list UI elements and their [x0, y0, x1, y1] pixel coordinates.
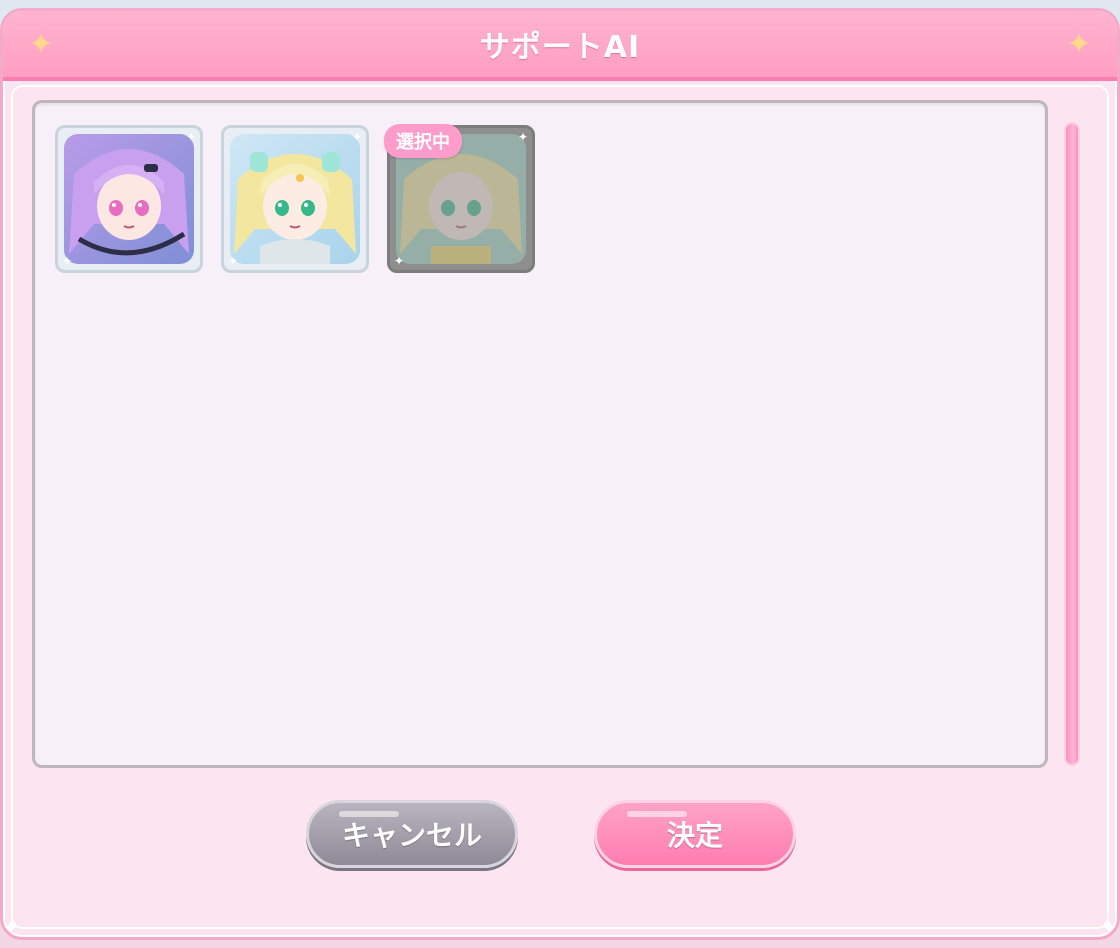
corner-star-icon: ✦ [352, 130, 363, 144]
corner-ornament-icon: ✦ [2, 915, 20, 939]
character-portrait-image [64, 134, 194, 264]
corner-ornament-icon: ✦ [1100, 915, 1118, 939]
sparkle-icon: ✦ [28, 27, 54, 62]
scrollbar[interactable] [1064, 122, 1080, 766]
support-ai-grid: ✦ ✦ ✦ ✦ 選択中 ✦ ✦ [32, 100, 1048, 768]
cancel-button[interactable]: キャンセル [306, 800, 518, 868]
card-list: ✦ ✦ ✦ ✦ 選択中 ✦ ✦ [55, 124, 535, 273]
button-shine [339, 811, 399, 817]
confirm-button[interactable]: 決定 [594, 800, 796, 868]
dialog-title-bar: ✦ サポートAI ✦ [3, 11, 1117, 81]
support-ai-card[interactable]: ✦ ✦ [221, 125, 369, 273]
selected-tag: 選択中 [384, 124, 462, 158]
corner-star-icon: ✦ [62, 254, 73, 268]
corner-star-icon: ✦ [186, 130, 197, 144]
confirm-button-label: 決定 [666, 819, 723, 852]
scrollbar-thumb[interactable] [1066, 124, 1078, 764]
support-ai-card-selected[interactable]: 選択中 ✦ ✦ [384, 124, 535, 273]
sparkle-icon: ✦ [1066, 27, 1092, 62]
button-shine [627, 811, 687, 817]
cancel-button-label: キャンセル [341, 819, 482, 852]
support-ai-card[interactable]: ✦ ✦ [55, 125, 203, 273]
corner-star-icon: ✦ [228, 254, 239, 268]
dialog-title: サポートAI [479, 30, 641, 65]
character-portrait [64, 134, 194, 264]
character-portrait [230, 134, 360, 264]
corner-star-icon: ✦ [518, 130, 529, 144]
corner-star-icon: ✦ [394, 254, 405, 268]
character-portrait-image [230, 134, 360, 264]
